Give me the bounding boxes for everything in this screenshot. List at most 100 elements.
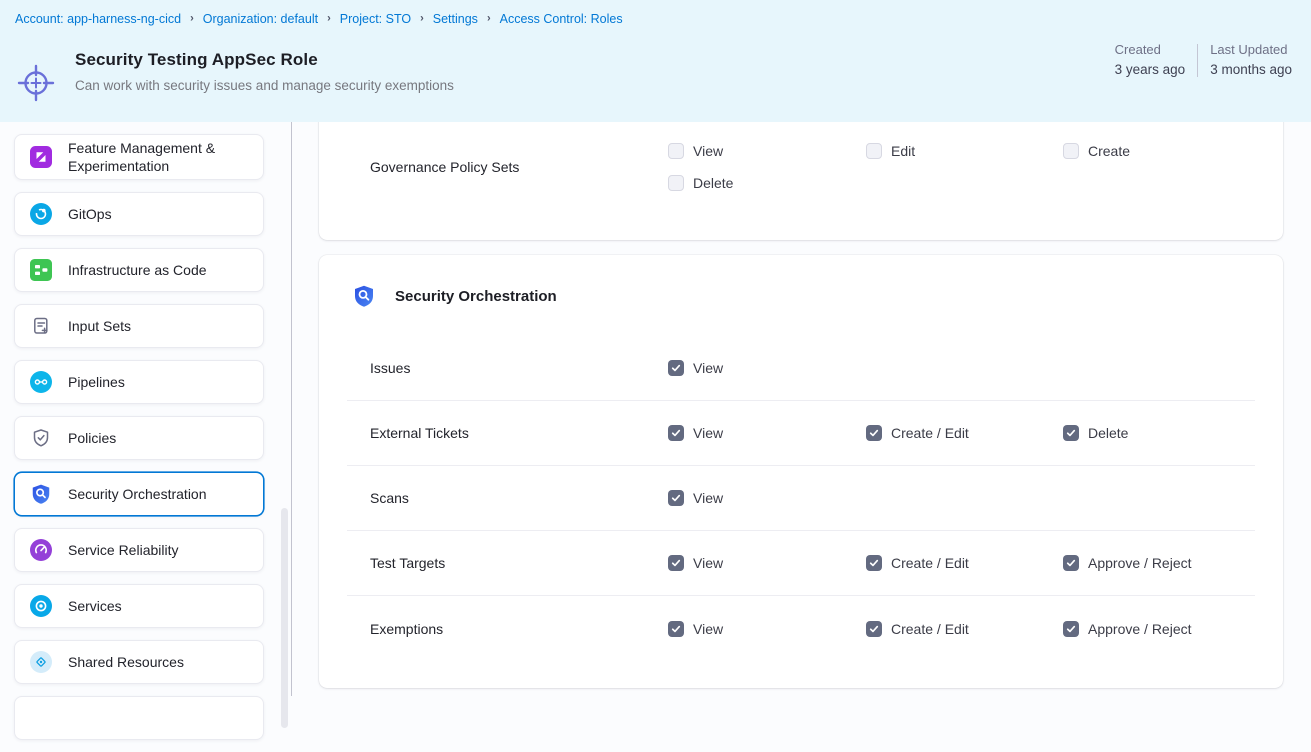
permission-view: View (668, 490, 866, 506)
checkbox-approve-reject[interactable] (1063, 621, 1079, 637)
resource-label: Test Targets (347, 555, 668, 571)
page-header-band: Account: app-harness-ng-cicd › Organizatio… (0, 0, 1311, 122)
sidebar-item-label: Service Reliability (68, 541, 178, 559)
permission-delete: Delete (668, 167, 866, 199)
role-description: Can work with security issues and manage… (75, 77, 472, 95)
module-title: Security Orchestration (395, 288, 557, 305)
checkbox-label: View (693, 621, 723, 637)
sidebar-item-gitops[interactable]: GitOps (14, 192, 264, 236)
created-label: Created (1115, 42, 1186, 57)
sidebar-scrollbar[interactable] (281, 508, 288, 728)
sidebar-item-services[interactable]: Services (14, 584, 264, 628)
page-title: Security Testing AppSec Role (75, 50, 318, 70)
created-value: 3 years ago (1115, 62, 1186, 77)
policies-icon (30, 427, 52, 449)
sidebar-item-label: Feature Management & Experimentation (68, 139, 255, 175)
permission-create-edit: Create / Edit (866, 555, 1063, 571)
checkbox-view[interactable] (668, 425, 684, 441)
sidebar-item-policies[interactable]: Policies (14, 416, 264, 460)
permission-row-issues: Issues View (347, 336, 1255, 401)
sidebar-item-shared-resources[interactable]: Shared Resources (14, 640, 264, 684)
sidebar-item-input-sets[interactable]: Input Sets (14, 304, 264, 348)
permission-row-test-targets: Test Targets View Create / Edit Approve / R… (347, 531, 1255, 596)
checkbox-edit[interactable] (866, 143, 882, 159)
breadcrumb-link-organization[interactable]: Organization: default (203, 12, 318, 26)
checkbox-view[interactable] (668, 490, 684, 506)
permission-create-edit: Create / Edit (866, 425, 1063, 441)
permission-create-edit: Create / Edit (866, 621, 1063, 637)
permission-row-scans: ScansView (347, 466, 1255, 531)
sidebar-item-partial[interactable] (14, 696, 264, 740)
sidebar-item-label: Security Orchestration (68, 485, 207, 503)
infrastructure-as-code-icon (30, 259, 52, 281)
breadcrumb-separator-icon: › (327, 13, 331, 25)
resource-label: Governance Policy Sets (347, 159, 668, 175)
checkbox-label: Approve / Reject (1088, 621, 1192, 637)
permission-row-external-tickets: External TicketsViewCreate / EditDelete (347, 401, 1255, 466)
gitops-icon (30, 203, 52, 225)
resource-label: Issues (347, 360, 668, 376)
checkbox-label: Approve / Reject (1088, 555, 1192, 571)
sidebar-item-pipelines[interactable]: Pipelines (14, 360, 264, 404)
permission-create: Create (1063, 135, 1255, 167)
permission-approve-reject: Approve / Reject (1063, 621, 1255, 637)
checkbox-label: Create (1088, 143, 1130, 159)
checkbox-delete[interactable] (1063, 425, 1079, 441)
last-updated-label: Last Updated (1210, 42, 1292, 57)
checkbox-label: View (693, 490, 723, 506)
sidebar-item-label: GitOps (68, 205, 112, 223)
role-meta: Created 3 years ago Last Updated 3 month… (1115, 42, 1292, 77)
security-orchestration-icon (30, 483, 52, 505)
breadcrumb-link-access-control[interactable]: Access Control: Roles (500, 12, 623, 26)
sidebar-item-service-reliability[interactable]: Service Reliability (14, 528, 264, 572)
sidebar-item-feature-management-experimentation[interactable]: Feature Management & Experimentation (14, 134, 264, 180)
checkbox-view[interactable] (668, 555, 684, 571)
checkbox-view[interactable] (668, 621, 684, 637)
sidebar-item-security-orchestration[interactable]: Security Orchestration (14, 472, 264, 516)
breadcrumb-link-project[interactable]: Project: STO (340, 12, 411, 26)
sidebar-item-label: Pipelines (68, 373, 125, 391)
sidebar-item-label: Policies (68, 429, 116, 447)
sidebar-item-label: Input Sets (68, 317, 131, 335)
breadcrumb-link-account[interactable]: Account: app-harness-ng-cicd (15, 12, 181, 26)
permission-view: View (668, 621, 866, 637)
pipelines-icon (30, 371, 52, 393)
checkbox-label: View (693, 555, 723, 571)
input-sets-icon (30, 315, 52, 337)
checkbox-label: Delete (693, 175, 733, 191)
security-orchestration-card: Security Orchestration Issues View Externa… (319, 255, 1283, 688)
sidebar-item-label: Infrastructure as Code (68, 261, 207, 279)
permission-view: View (668, 360, 866, 376)
checkbox-delete[interactable] (668, 175, 684, 191)
checkbox-label: Create / Edit (891, 621, 969, 637)
breadcrumb: Account: app-harness-ng-cicd › Organizatio… (15, 12, 623, 26)
checkbox-view[interactable] (668, 143, 684, 159)
checkbox-create-edit[interactable] (866, 555, 882, 571)
feature-management-icon (30, 146, 52, 168)
breadcrumb-separator-icon: › (487, 13, 491, 25)
checkbox-view[interactable] (668, 360, 684, 376)
security-orchestration-icon (352, 284, 376, 308)
checkbox-create-edit[interactable] (866, 425, 882, 441)
last-updated-value: 3 months ago (1210, 62, 1292, 77)
permission-view: View (668, 135, 866, 167)
sidebar-item-label: Shared Resources (68, 653, 184, 671)
permission-view: View (668, 555, 866, 571)
resource-label: External Tickets (347, 425, 668, 441)
checkbox-create[interactable] (1063, 143, 1079, 159)
breadcrumb-link-settings[interactable]: Settings (433, 12, 478, 26)
checkbox-label: Delete (1088, 425, 1128, 441)
meta-divider (1197, 44, 1198, 77)
modules-sidebar: Feature Management & Experimentation GitO… (14, 134, 264, 752)
shared-resources-icon (30, 651, 52, 673)
checkbox-create-edit[interactable] (866, 621, 882, 637)
sidebar-item-infrastructure-as-code[interactable]: Infrastructure as Code (14, 248, 264, 292)
checkbox-approve-reject[interactable] (1063, 555, 1079, 571)
checkbox-label: View (693, 360, 723, 376)
checkbox-label: Create / Edit (891, 425, 969, 441)
service-reliability-icon (30, 539, 52, 561)
sidebar-content-divider (291, 122, 292, 696)
sidebar-item-label: Services (68, 597, 122, 615)
checkbox-label: Edit (891, 143, 915, 159)
services-icon (30, 595, 52, 617)
